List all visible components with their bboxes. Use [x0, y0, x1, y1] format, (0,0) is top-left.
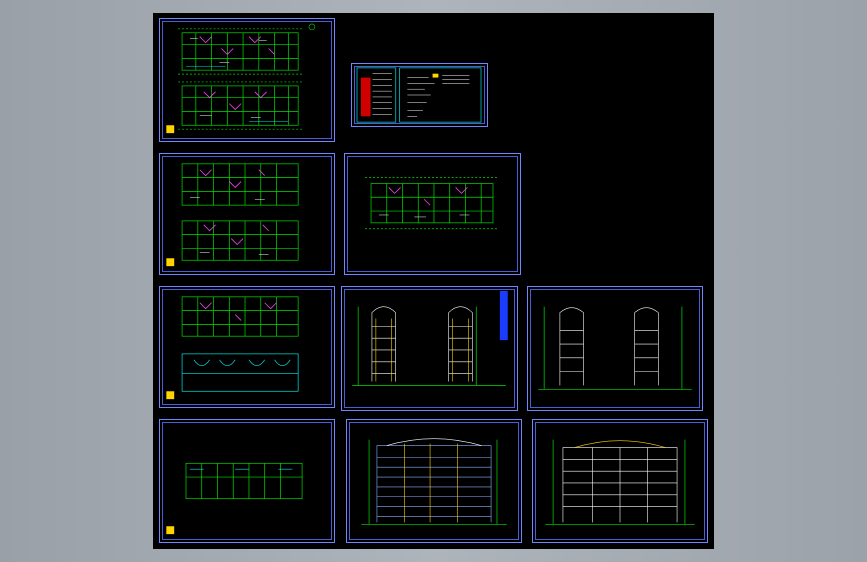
elevation-drawing [545, 439, 695, 525]
sheet-floor-plan-3[interactable] [344, 153, 521, 275]
sheet-design-notes[interactable] [351, 63, 488, 127]
drawing-canvas[interactable] [153, 13, 714, 549]
section-drawing [538, 306, 692, 390]
elevation-drawing [361, 438, 507, 525]
floor-plan-drawing [166, 163, 299, 267]
sheet-floor-plans-4[interactable] [159, 286, 335, 408]
sheet-floor-plans-1[interactable] [159, 18, 335, 142]
sheet-floor-plan-5[interactable] [159, 419, 335, 543]
floor-plan-drawing [166, 296, 299, 400]
floor-plan-drawing [166, 23, 316, 134]
sheet-floor-plans-2[interactable] [159, 153, 335, 275]
floor-plan-drawing [365, 177, 499, 230]
sheet-sections-1[interactable] [341, 286, 518, 411]
notes-table-drawing [356, 67, 482, 123]
section-drawing [352, 290, 508, 386]
sheet-sections-2[interactable] [527, 286, 703, 411]
sheet-elevation-1[interactable] [346, 419, 522, 543]
sheet-elevation-2[interactable] [532, 419, 708, 543]
floor-plan-drawing [166, 462, 303, 535]
